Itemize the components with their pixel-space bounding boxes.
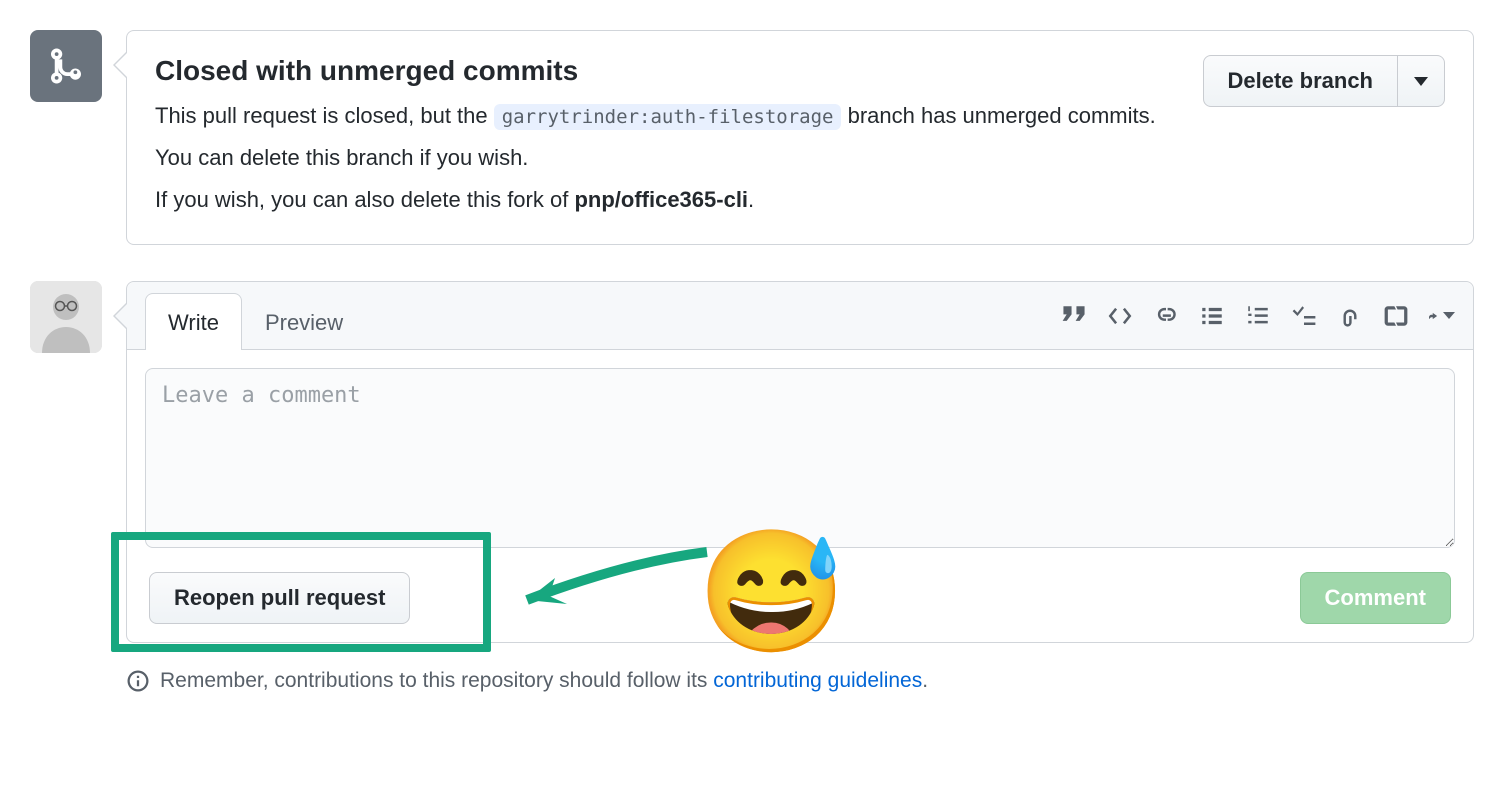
link-icon[interactable] (1153, 303, 1179, 329)
task-list-icon[interactable] (1291, 303, 1317, 329)
comment-textarea[interactable] (145, 368, 1455, 548)
fork-repo-name: pnp/office365-cli (574, 187, 748, 212)
tab-write[interactable]: Write (145, 293, 242, 350)
numbered-list-icon[interactable] (1245, 303, 1271, 329)
bullet-list-icon[interactable] (1199, 303, 1225, 329)
chevron-down-icon (1414, 77, 1428, 86)
attachment-icon[interactable] (1337, 303, 1363, 329)
delete-branch-group: Delete branch (1203, 55, 1446, 107)
merge-status-icon (30, 30, 102, 102)
avatar (30, 281, 102, 353)
footer-note: Remember, contributions to this reposito… (126, 669, 1474, 693)
contributing-guidelines-link[interactable]: contributing guidelines (713, 669, 922, 692)
quote-icon[interactable] (1061, 303, 1087, 329)
info-icon (126, 669, 150, 693)
delete-branch-dropdown[interactable] (1398, 55, 1445, 107)
chevron-down-icon (1443, 312, 1455, 319)
tab-preview[interactable]: Preview (242, 293, 366, 350)
comment-button[interactable]: Comment (1300, 572, 1451, 624)
code-icon[interactable] (1107, 303, 1133, 329)
comment-panel: Write Preview (126, 281, 1474, 643)
closed-status-panel: Delete branch Closed with unmerged commi… (126, 30, 1474, 245)
branch-tag: garrytrinder:auth-filestorage (494, 104, 842, 130)
cross-reference-icon[interactable] (1383, 303, 1409, 329)
delete-branch-button[interactable]: Delete branch (1203, 55, 1399, 107)
formatting-toolbar (1061, 303, 1455, 329)
closed-description: This pull request is closed, but the gar… (155, 95, 1445, 220)
reply-icon[interactable] (1429, 303, 1455, 329)
reopen-pr-button[interactable]: Reopen pull request (149, 572, 410, 624)
comment-header: Write Preview (127, 282, 1473, 350)
